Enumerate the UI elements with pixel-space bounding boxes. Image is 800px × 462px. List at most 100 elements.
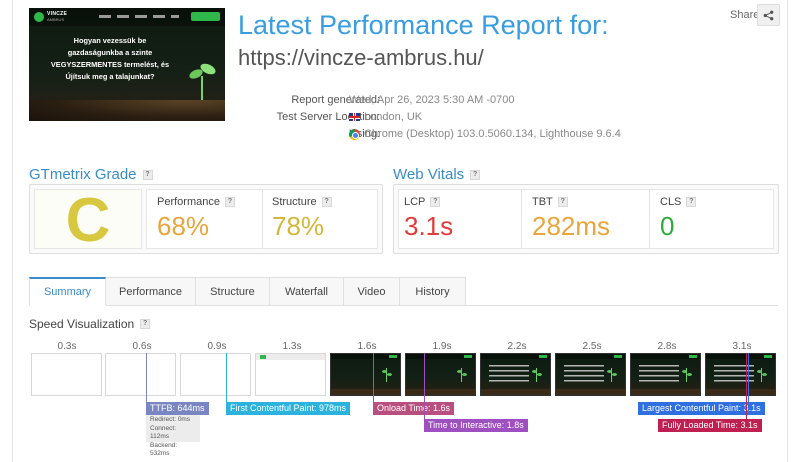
thumbnail-hero-text: Hogyan vezessük be gazdaságunkba a szint… bbox=[39, 35, 181, 83]
filmstrip-frame[interactable] bbox=[705, 353, 776, 396]
frame-time: 2.5s bbox=[582, 341, 602, 352]
fully-loaded-marker-line bbox=[746, 353, 747, 420]
divider bbox=[521, 189, 522, 249]
metric-label-text: TBT bbox=[532, 196, 553, 208]
frame-time: 0.6s bbox=[132, 341, 152, 352]
ttfb-details: Redirect: 0ms Connect: 112ms Backend: 53… bbox=[146, 415, 200, 457]
hero-line: VEGYSZERMENTES termelést, és bbox=[50, 60, 170, 69]
page-screenshot-thumbnail[interactable]: VINCZE AMBRUS Hogyan vezessük be gazdasá… bbox=[29, 8, 225, 121]
fcp-marker-label[interactable]: First Contentful Paint: 978ms bbox=[226, 402, 351, 415]
section-title-text: Speed Visualization bbox=[29, 317, 135, 331]
divider bbox=[262, 189, 263, 249]
uk-flag-icon bbox=[349, 113, 360, 121]
frame-time: 2.8s bbox=[657, 341, 677, 352]
thumbnail-soil bbox=[29, 100, 225, 121]
filmstrip-frame[interactable] bbox=[31, 353, 102, 396]
share-button[interactable] bbox=[757, 4, 780, 26]
lcp-value: 3.1s bbox=[404, 211, 454, 241]
gtmetrix-grade-title: GTmetrix Grade ? bbox=[29, 166, 153, 183]
section-title-text: Web Vitals bbox=[393, 166, 465, 183]
lcp-marker-line bbox=[748, 353, 749, 403]
filmstrip-frame[interactable] bbox=[330, 353, 401, 396]
tbt-value: 282ms bbox=[532, 211, 611, 241]
meta-using: Using: Chrome (Desktop) 103.0.5060.134, … bbox=[238, 128, 638, 144]
share-label[interactable]: Share bbox=[730, 9, 759, 21]
help-icon[interactable]: ? bbox=[470, 169, 481, 180]
page-border-right bbox=[787, 0, 788, 462]
tab-history[interactable]: History bbox=[400, 277, 466, 306]
hero-line: Újítsuk meg a talajunkat? bbox=[65, 72, 155, 81]
tab-performance[interactable]: Performance bbox=[106, 277, 196, 306]
report-title: Latest Performance Report for: bbox=[238, 10, 609, 40]
frame-time: 3.1s bbox=[732, 341, 752, 352]
filmstrip-frame[interactable] bbox=[255, 353, 326, 396]
ttfb-detail-line: Backend: 532ms bbox=[150, 441, 178, 458]
help-icon[interactable]: ? bbox=[142, 169, 153, 180]
tbt-label: TBT ? bbox=[532, 196, 568, 208]
server-location: London, UK bbox=[364, 111, 423, 123]
browser-version: Chrome (Desktop) 103.0.5060.134, Lightho… bbox=[364, 128, 621, 140]
help-icon[interactable]: ? bbox=[224, 197, 235, 207]
report-url[interactable]: https://vincze-ambrus.hu/ bbox=[238, 45, 484, 71]
structure-label: Structure ? bbox=[272, 196, 332, 208]
frame-time: 0.3s bbox=[57, 341, 77, 352]
meta-value: Wed, Apr 26, 2023 5:30 AM -0700 bbox=[349, 94, 515, 106]
ttfb-detail-line: Connect: 112ms bbox=[150, 424, 177, 441]
help-icon[interactable]: ? bbox=[686, 197, 697, 207]
chrome-icon bbox=[349, 128, 360, 140]
help-icon[interactable]: ? bbox=[321, 197, 332, 207]
share-icon bbox=[763, 10, 774, 20]
thumbnail-brand-sub: AMBRUS bbox=[47, 17, 65, 22]
filmstrip-frame[interactable] bbox=[555, 353, 626, 396]
frame-time: 2.2s bbox=[507, 341, 527, 352]
grade-letter: C bbox=[65, 186, 111, 255]
page-border-left bbox=[12, 0, 13, 462]
tab-summary[interactable]: Summary bbox=[29, 277, 106, 306]
onload-marker-line bbox=[373, 353, 374, 403]
metric-label-text: Performance bbox=[157, 196, 220, 208]
tab-waterfall[interactable]: Waterfall bbox=[270, 277, 344, 306]
metric-label-text: Structure bbox=[272, 196, 317, 208]
ttfb-marker-label[interactable]: TTFB: 644ms bbox=[146, 402, 209, 415]
filmstrip-frame[interactable] bbox=[180, 353, 251, 396]
fully-loaded-marker-label[interactable]: Fully Loaded Time: 3.1s bbox=[658, 419, 762, 432]
cls-label: CLS ? bbox=[660, 196, 697, 208]
frame-time: 1.6s bbox=[357, 341, 377, 352]
hero-line: Hogyan vezessük be bbox=[73, 36, 147, 45]
frame-time: 0.9s bbox=[207, 341, 227, 352]
tab-structure[interactable]: Structure bbox=[196, 277, 270, 306]
seedling-icon bbox=[189, 63, 216, 103]
filmstrip-frame[interactable] bbox=[405, 353, 476, 396]
thumbnail-nav-links bbox=[99, 15, 179, 18]
help-icon[interactable]: ? bbox=[557, 197, 568, 207]
filmstrip-frame[interactable] bbox=[630, 353, 701, 396]
cls-value: 0 bbox=[660, 211, 675, 241]
help-icon[interactable]: ? bbox=[140, 319, 151, 329]
lcp-label: LCP ? bbox=[404, 196, 441, 208]
speed-visualization-title: Speed Visualization ? bbox=[29, 317, 151, 331]
meta-value: London, UK bbox=[349, 111, 422, 123]
metric-label-text: CLS bbox=[660, 196, 682, 208]
frame-time: 1.9s bbox=[432, 341, 452, 352]
structure-score: 78% bbox=[272, 211, 325, 241]
section-title-text: GTmetrix Grade bbox=[29, 166, 137, 183]
meta-value: Chrome (Desktop) 103.0.5060.134, Lightho… bbox=[349, 128, 621, 140]
thumbnail-nav-button bbox=[191, 12, 220, 21]
tab-video[interactable]: Video bbox=[344, 277, 400, 306]
meta-report-generated: Report generated: Wed, Apr 26, 2023 5:30… bbox=[238, 94, 638, 110]
tab-underline bbox=[466, 305, 778, 306]
metric-label-text: LCP bbox=[404, 196, 426, 208]
report-date: Wed, Apr 26, 2023 5:30 AM -0700 bbox=[349, 94, 515, 106]
divider bbox=[649, 189, 650, 249]
thumbnail-logo-icon bbox=[34, 12, 44, 22]
tti-marker-label[interactable]: Time to Interactive: 1.8s bbox=[424, 419, 528, 432]
hero-line: gazdaságunkba a szinte bbox=[67, 48, 153, 57]
frame-time: 1.3s bbox=[282, 341, 302, 352]
filmstrip-frame[interactable] bbox=[105, 353, 176, 396]
performance-label: Performance ? bbox=[157, 196, 235, 208]
onload-marker-label[interactable]: Onload Time: 1.6s bbox=[373, 402, 455, 415]
web-vitals-title: Web Vitals ? bbox=[393, 166, 481, 183]
filmstrip-frame[interactable] bbox=[480, 353, 551, 396]
report-tabs: Summary Performance Structure Waterfall … bbox=[29, 277, 466, 306]
help-icon[interactable]: ? bbox=[430, 197, 441, 207]
